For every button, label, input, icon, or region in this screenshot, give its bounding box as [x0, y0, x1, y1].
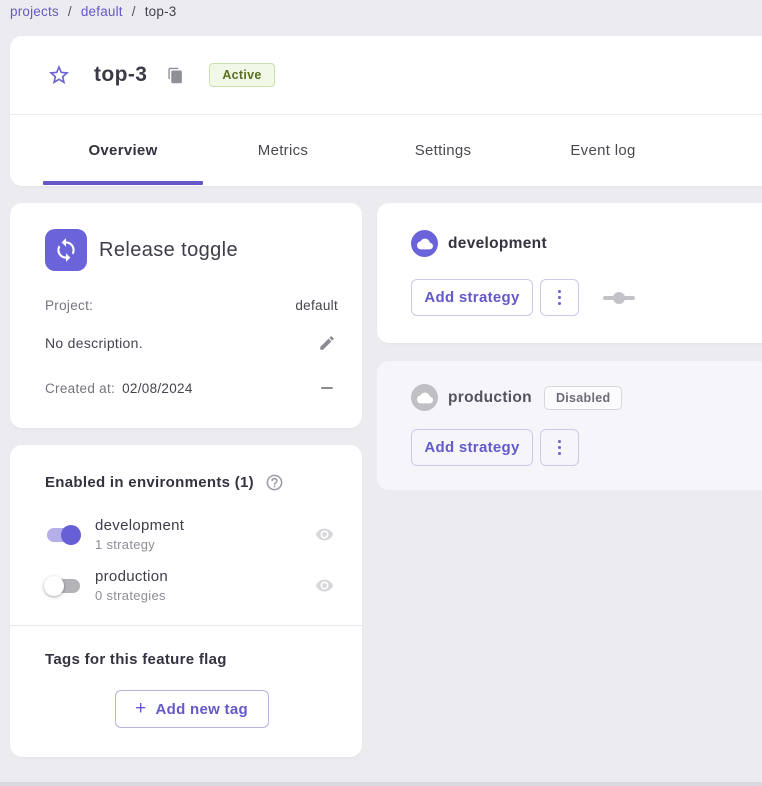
breadcrumb-default[interactable]: default — [81, 4, 123, 19]
copy-icon[interactable] — [167, 67, 184, 84]
project-row: Project: default — [45, 298, 338, 313]
help-icon[interactable] — [264, 471, 286, 493]
plus-icon: + — [135, 699, 146, 718]
environment-row-production: production 0 strategies — [45, 568, 338, 603]
created-label: Created at: — [45, 381, 115, 396]
more-options-kebab-icon[interactable] — [540, 429, 579, 466]
feature-type-title: Release toggle — [99, 239, 238, 262]
disabled-badge: Disabled — [544, 386, 623, 410]
right-column: development Add strategy production Disa… — [377, 203, 762, 757]
environment-name: production — [95, 568, 168, 585]
breadcrumb: projects / default / top-3 — [10, 4, 177, 19]
environment-strategy-count: 1 strategy — [95, 537, 184, 552]
tab-overview[interactable]: Overview — [43, 115, 203, 185]
add-new-tag-label: Add new tag — [155, 701, 247, 718]
development-toggle[interactable] — [45, 525, 81, 545]
description-row: No description. — [45, 332, 338, 354]
environment-row-development: development 1 strategy — [45, 517, 338, 552]
add-new-tag-button[interactable]: + Add new tag — [115, 690, 269, 728]
feature-header-card: top-3 Active Overview Metrics Settings E… — [10, 36, 762, 186]
tab-event-log[interactable]: Event log — [523, 115, 683, 185]
breadcrumb-current: top-3 — [145, 4, 177, 19]
release-toggle-icon — [45, 229, 87, 271]
favorite-star-icon[interactable] — [47, 63, 71, 87]
add-strategy-button[interactable]: Add strategy — [411, 429, 533, 466]
breadcrumb-separator: / — [132, 4, 136, 19]
feature-type-header: Release toggle — [45, 229, 338, 271]
page-title: top-3 — [94, 63, 147, 87]
main-content: Release toggle Project: default No descr… — [10, 203, 762, 757]
enabled-environments-section: Enabled in environments (1) development … — [10, 445, 362, 625]
tags-section: Tags for this feature flag + Add new tag — [10, 626, 362, 757]
environments-tags-card: Enabled in environments (1) development … — [10, 445, 362, 757]
add-strategy-button[interactable]: Add strategy — [411, 279, 533, 316]
bottom-divider — [0, 782, 762, 786]
feature-type-card: Release toggle Project: default No descr… — [10, 203, 362, 428]
environment-name: development — [95, 517, 184, 534]
environment-card-title: production — [448, 389, 532, 407]
lens-icon — [603, 292, 635, 304]
environment-card-development: development Add strategy — [377, 203, 762, 343]
project-value: default — [295, 298, 338, 313]
tab-bar: Overview Metrics Settings Event log — [10, 115, 762, 185]
created-value: 02/08/2024 — [122, 381, 193, 396]
breadcrumb-projects[interactable]: projects — [10, 4, 59, 19]
enabled-environments-title: Enabled in environments (1) — [45, 474, 254, 491]
environment-strategy-count: 0 strategies — [95, 588, 168, 603]
cloud-icon — [411, 384, 438, 411]
description-text: No description. — [45, 335, 143, 351]
tags-title: Tags for this feature flag — [45, 651, 338, 668]
project-label: Project: — [45, 298, 93, 313]
visibility-eye-icon[interactable] — [315, 576, 334, 595]
created-row: Created at: 02/08/2024 — [45, 377, 338, 399]
tab-settings[interactable]: Settings — [363, 115, 523, 185]
environment-card-production: production Disabled Add strategy — [377, 361, 762, 490]
more-options-kebab-icon[interactable] — [540, 279, 579, 316]
visibility-eye-icon[interactable] — [315, 525, 334, 544]
cloud-icon — [411, 230, 438, 257]
tab-metrics[interactable]: Metrics — [203, 115, 363, 185]
environment-card-title: development — [448, 235, 547, 253]
left-column: Release toggle Project: default No descr… — [10, 203, 362, 757]
production-toggle[interactable] — [45, 576, 81, 596]
edit-pencil-icon[interactable] — [316, 332, 338, 354]
breadcrumb-separator: / — [68, 4, 72, 19]
feature-header: top-3 Active — [10, 36, 762, 115]
collapse-minus-icon[interactable] — [316, 377, 338, 399]
status-badge: Active — [209, 63, 274, 87]
